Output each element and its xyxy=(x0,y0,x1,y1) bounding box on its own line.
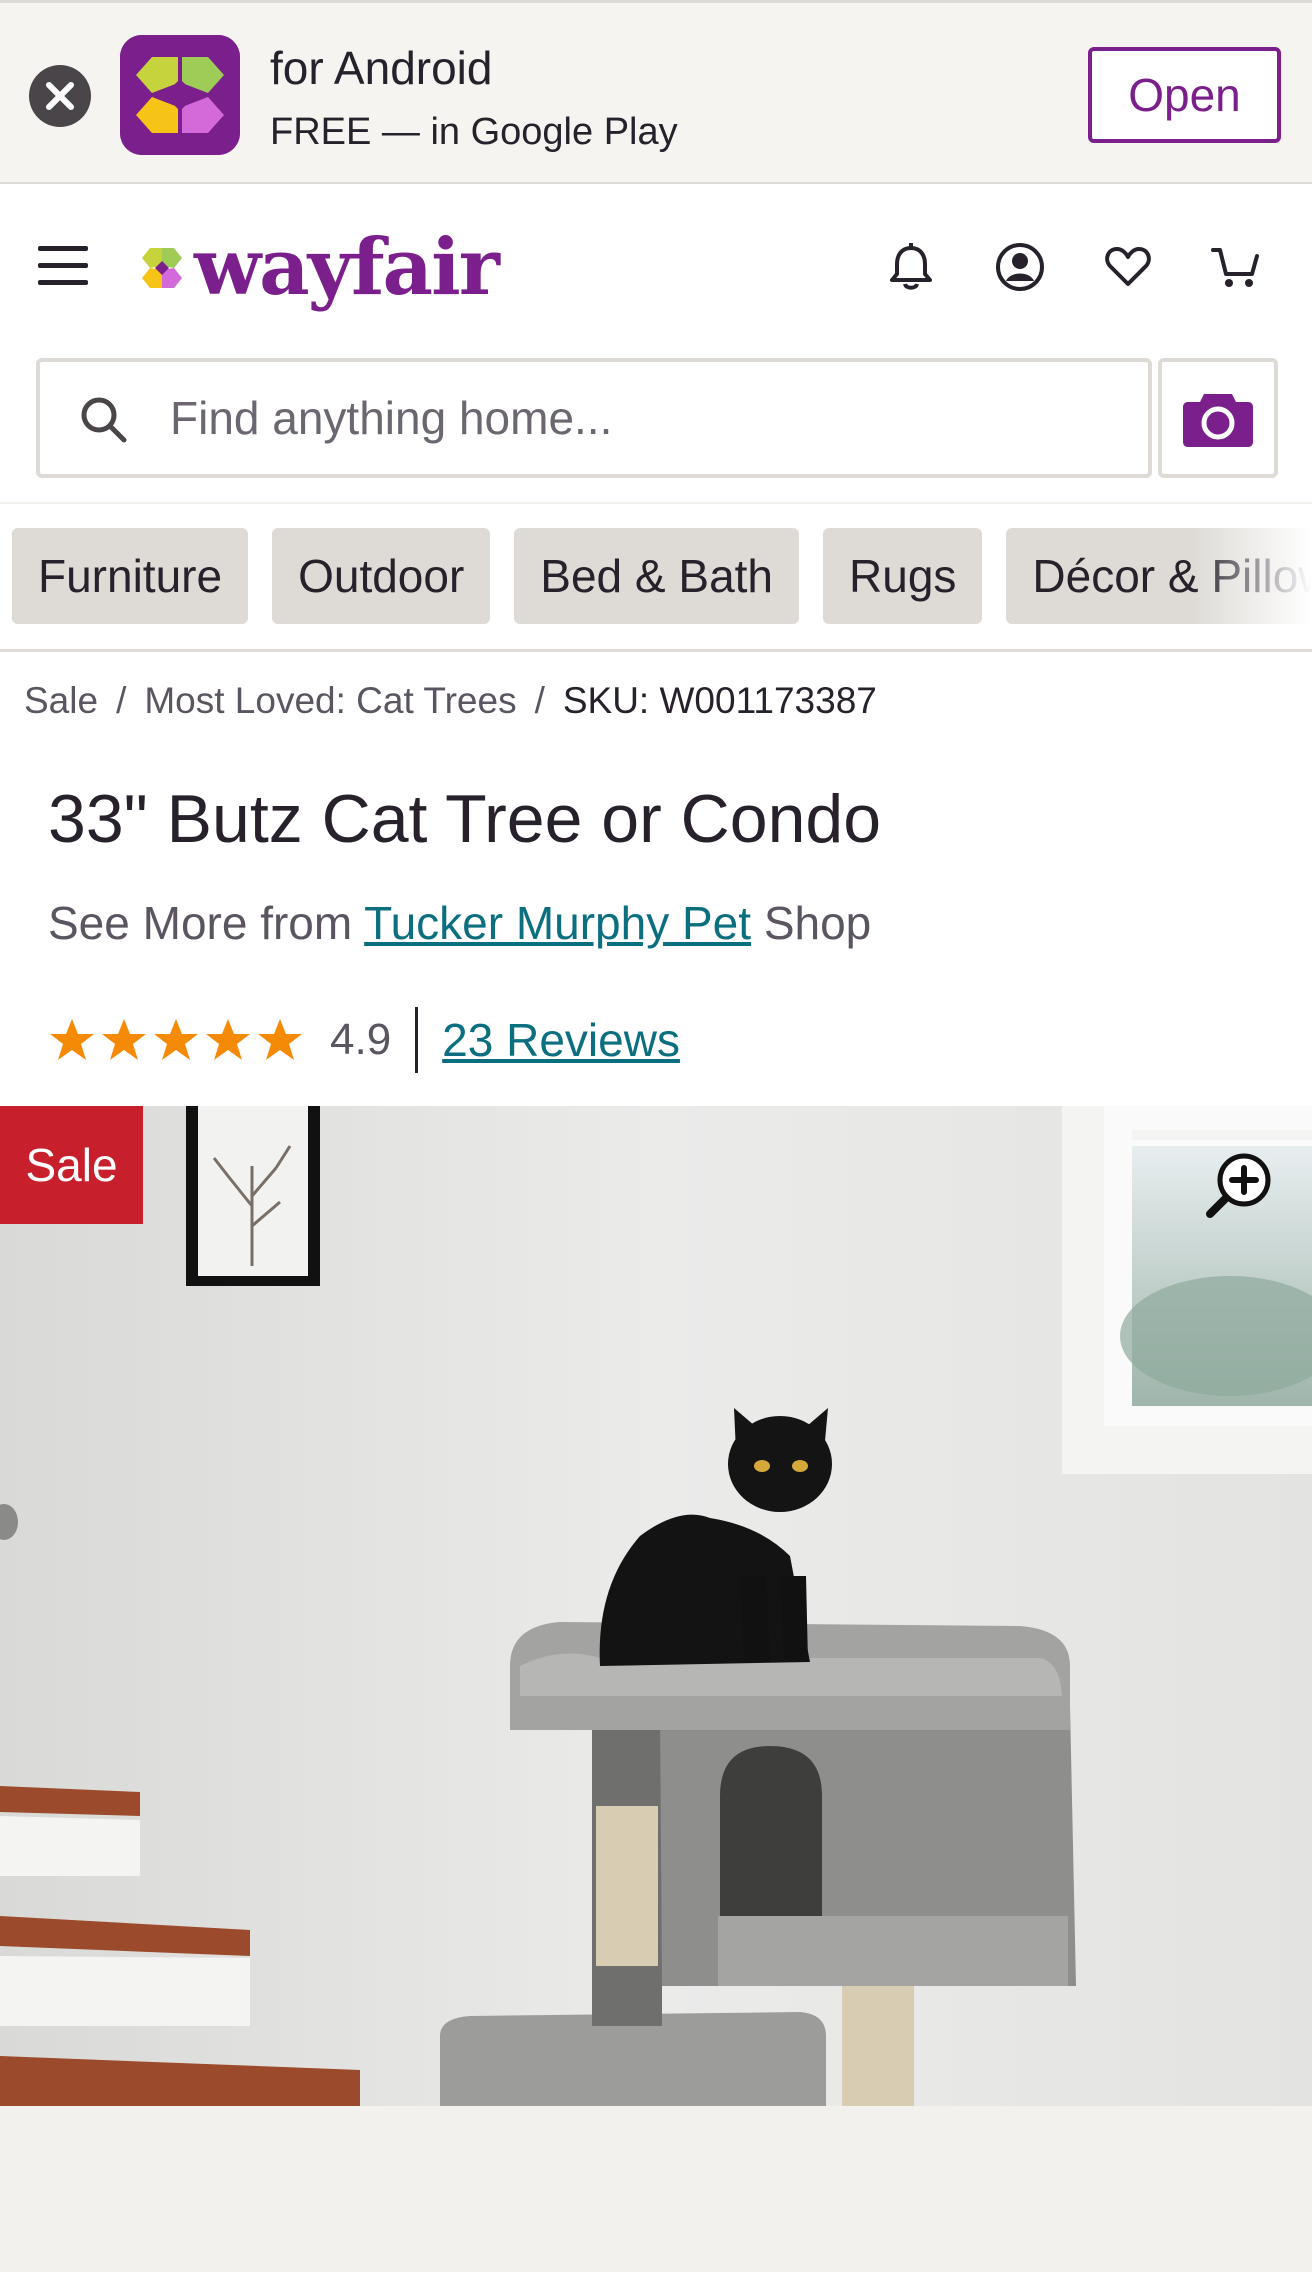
logo-text: wayfair xyxy=(194,222,500,313)
page-bottom xyxy=(0,2106,1312,2272)
menu-icon[interactable] xyxy=(38,242,90,290)
product-title: 33" Butz Cat Tree or Condo xyxy=(48,781,882,857)
breadcrumb: Sale / Most Loved: Cat Trees / SKU: W001… xyxy=(24,680,877,722)
see-more-line: See More from Tucker Murphy Pet Shop xyxy=(48,896,871,950)
rating-value: 4.9 xyxy=(330,1015,392,1064)
category-bed-bath[interactable]: Bed & Bath xyxy=(514,528,800,624)
sale-badge: Sale xyxy=(0,1106,143,1224)
cart-icon[interactable] xyxy=(1209,240,1263,294)
category-nav: Furniture Outdoor Bed & Bath Rugs Décor … xyxy=(0,504,1312,652)
zoom-in-icon[interactable] xyxy=(1204,1150,1274,1220)
banner-title: for Android xyxy=(270,42,493,94)
site-header: wayfair xyxy=(0,184,1312,507)
close-icon[interactable] xyxy=(29,65,91,127)
star-icon xyxy=(258,1019,302,1060)
search-bar xyxy=(36,358,1152,478)
breadcrumb-sku: SKU: W001173387 xyxy=(562,680,877,721)
banner-subtitle: FREE — in Google Play xyxy=(270,111,678,153)
see-more-suffix: Shop xyxy=(763,897,872,949)
open-app-button[interactable]: Open xyxy=(1088,47,1281,143)
category-outdoor[interactable]: Outdoor xyxy=(272,528,491,624)
bell-icon[interactable] xyxy=(884,240,938,294)
search-input[interactable] xyxy=(170,388,1070,448)
product-page: for Android FREE — in Google Play Open w… xyxy=(0,0,1312,2272)
search-icon xyxy=(81,397,127,443)
product-info: Sale / Most Loved: Cat Trees / SKU: W001… xyxy=(0,652,1312,1106)
visual-search-button[interactable] xyxy=(1158,358,1278,478)
camera-icon xyxy=(1183,394,1253,447)
product-image[interactable]: Sale xyxy=(0,1106,1312,2106)
wayfair-app-icon xyxy=(120,35,240,155)
rating-divider xyxy=(415,1007,419,1073)
rating-row: 4.9 23 Reviews xyxy=(48,1007,680,1073)
category-list: Furniture Outdoor Bed & Bath Rugs Décor … xyxy=(12,528,1312,624)
breadcrumb-separator: / xyxy=(534,680,545,721)
breadcrumb-separator: / xyxy=(116,680,127,721)
star-rating[interactable] xyxy=(48,1016,304,1064)
star-icon xyxy=(154,1019,198,1060)
cat-tree-photo xyxy=(0,1106,1312,2106)
wayfair-logo[interactable]: wayfair xyxy=(136,222,500,313)
heart-icon[interactable] xyxy=(1101,240,1155,294)
reviews-link[interactable]: 23 Reviews xyxy=(442,1013,680,1067)
category-furniture[interactable]: Furniture xyxy=(12,528,249,624)
see-more-prefix: See More from xyxy=(48,897,353,949)
brand-link[interactable]: Tucker Murphy Pet xyxy=(364,897,751,949)
star-icon xyxy=(206,1019,250,1060)
breadcrumb-sale[interactable]: Sale xyxy=(24,680,98,722)
breadcrumb-cat-trees[interactable]: Most Loved: Cat Trees xyxy=(144,680,516,722)
category-rugs[interactable]: Rugs xyxy=(823,528,983,624)
app-install-banner: for Android FREE — in Google Play Open xyxy=(0,0,1312,184)
scroll-fade xyxy=(1192,504,1312,649)
account-icon[interactable] xyxy=(993,240,1047,294)
logo-mark-icon xyxy=(142,248,182,288)
star-icon xyxy=(50,1019,94,1060)
star-icon xyxy=(102,1019,146,1060)
